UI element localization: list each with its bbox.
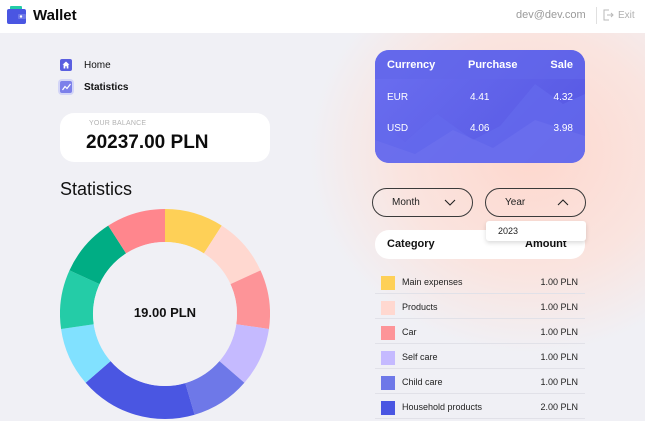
currency-row: EUR 4.41 4.32: [375, 92, 585, 108]
currency-sale: 4.32: [553, 92, 573, 103]
category-color-swatch: [381, 276, 395, 290]
top-bar: Wallet dev@dev.com Exit: [0, 0, 645, 33]
header-divider: [596, 7, 597, 24]
main-content: Home Statistics YOUR BALANCE 20237.00 PL…: [0, 33, 645, 421]
category-name: Products: [402, 302, 438, 312]
category-row: Self care 1.00 PLN: [375, 345, 585, 369]
category-name: Household products: [402, 402, 483, 412]
chevron-down-icon: [444, 199, 456, 206]
currency-code: EUR: [387, 92, 409, 103]
nav-item-home[interactable]: Home: [60, 59, 111, 71]
year-option[interactable]: 2023: [498, 226, 518, 236]
category-color-swatch: [381, 351, 395, 365]
wallet-logo-icon: [7, 6, 26, 24]
currency-purchase: 4.06: [470, 123, 490, 134]
category-amount: 1.00 PLN: [540, 352, 578, 362]
currency-purchase: 4.41: [470, 92, 490, 103]
year-select[interactable]: Year: [485, 188, 586, 217]
nav-home-label: Home: [84, 59, 111, 71]
user-email: dev@dev.com: [516, 9, 586, 21]
category-row: Products 1.00 PLN: [375, 295, 585, 319]
currency-table-header: Currency Purchase Sale: [375, 59, 585, 75]
year-select-label: Year: [505, 197, 526, 208]
home-icon: [60, 59, 72, 71]
year-dropdown-menu: 2023: [486, 221, 586, 241]
currency-header-sale: Sale: [550, 59, 573, 71]
balance-card: YOUR BALANCE 20237.00 PLN: [60, 113, 270, 162]
category-amount: 2.00 PLN: [540, 402, 578, 412]
category-amount: 1.00 PLN: [540, 377, 578, 387]
statistics-icon: [60, 81, 72, 93]
category-amount: 1.00 PLN: [540, 277, 578, 287]
category-color-swatch: [381, 326, 395, 340]
category-row: Car 1.00 PLN: [375, 320, 585, 344]
category-color-swatch: [381, 301, 395, 315]
category-row: Main expenses 1.00 PLN: [375, 270, 585, 294]
currency-sale: 3.98: [553, 123, 573, 134]
nav-statistics-label: Statistics: [84, 81, 129, 93]
currency-code: USD: [387, 123, 409, 134]
balance-value: 20237.00 PLN: [86, 132, 209, 153]
currency-card: Currency Purchase Sale EUR 4.41 4.32 USD…: [375, 50, 585, 163]
balance-label: YOUR BALANCE: [89, 120, 147, 127]
currency-header-purchase: Purchase: [468, 59, 518, 71]
category-name: Car: [402, 327, 417, 337]
month-select[interactable]: Month: [372, 188, 473, 217]
category-amount: 1.00 PLN: [540, 327, 578, 337]
category-row: Child care 1.00 PLN: [375, 370, 585, 394]
month-select-label: Month: [392, 197, 420, 208]
category-color-swatch: [381, 376, 395, 390]
currency-row: USD 4.06 3.98: [375, 123, 585, 139]
category-amount: 1.00 PLN: [540, 302, 578, 312]
nav-item-statistics[interactable]: Statistics: [60, 81, 128, 93]
category-name: Self care: [402, 352, 438, 362]
app-title: Wallet: [33, 7, 77, 24]
category-color-swatch: [381, 401, 395, 415]
currency-header-currency: Currency: [387, 59, 436, 71]
category-name: Child care: [402, 377, 443, 387]
exit-button[interactable]: Exit: [602, 8, 635, 22]
donut-total: 19.00 PLN: [133, 305, 197, 320]
statistics-heading: Statistics: [60, 179, 133, 199]
chevron-up-icon: [557, 199, 569, 206]
exit-icon: [603, 9, 614, 21]
category-row: Household products 2.00 PLN: [375, 395, 585, 419]
category-name: Main expenses: [402, 277, 463, 287]
category-header-label: Category: [387, 238, 435, 250]
exit-label: Exit: [618, 9, 635, 21]
